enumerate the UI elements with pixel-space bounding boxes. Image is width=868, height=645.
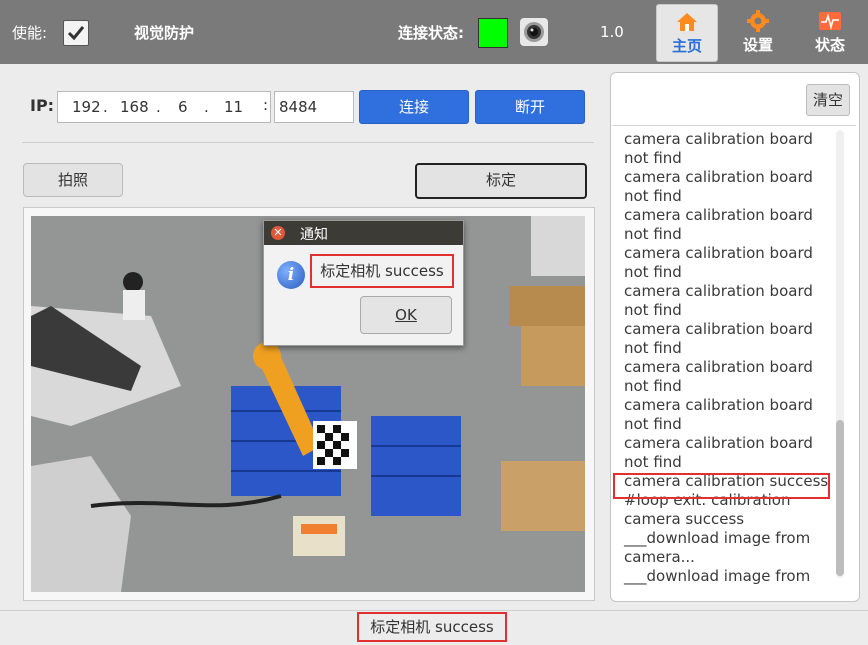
log-line: camera calibration board: [624, 168, 813, 186]
log-line: not find: [624, 263, 682, 281]
log-line: not find: [624, 149, 682, 167]
status-message: 标定相机 success: [357, 612, 507, 642]
close-icon[interactable]: ✕: [271, 226, 285, 240]
top-toolbar: 使能: 视觉防护 连接状态: 1.0 主页 设置 状态: [0, 0, 868, 64]
connect-button[interactable]: 连接: [359, 90, 469, 124]
ip-octet-4[interactable]: 11: [224, 98, 243, 116]
log-line: ___download image from: [624, 529, 811, 547]
nav-status-label: 状态: [814, 36, 845, 54]
log-line: camera calibration board: [624, 434, 813, 452]
log-divider: [612, 125, 856, 126]
log-line: not find: [624, 377, 682, 395]
home-icon: [677, 13, 697, 31]
log-line: camera success: [624, 510, 745, 528]
info-icon: i: [277, 261, 305, 289]
clear-log-button[interactable]: 清空: [806, 84, 850, 116]
notification-dialog: ✕ 通知 i 标定相机 success OK: [263, 220, 464, 346]
log-line: not find: [624, 301, 682, 319]
ok-label: OK: [395, 306, 417, 324]
ip-octet-1[interactable]: 192: [72, 98, 101, 116]
enable-label: 使能:: [12, 24, 48, 42]
ip-dot: .: [103, 98, 108, 116]
log-line: camera calibration board: [624, 130, 813, 148]
dialog-title: 通知: [300, 227, 328, 243]
enable-checkbox[interactable]: [63, 20, 89, 46]
section-divider: [22, 142, 594, 143]
check-icon: [67, 26, 85, 41]
log-line: not find: [624, 415, 682, 433]
nav-settings-label: 设置: [742, 36, 773, 54]
log-success-highlight: [613, 473, 830, 499]
nav-home-label: 主页: [671, 37, 702, 55]
log-line: camera calibration board: [624, 358, 813, 376]
log-line: camera calibration board: [624, 244, 813, 262]
dialog-message: 标定相机 success: [310, 254, 454, 288]
ip-octet-2[interactable]: 168: [120, 98, 149, 116]
calibrate-button[interactable]: 标定: [415, 163, 587, 199]
disconnect-button[interactable]: 断开: [475, 90, 585, 124]
ip-label: IP:: [30, 96, 55, 115]
ok-button[interactable]: OK: [360, 296, 452, 334]
dialog-titlebar: ✕ 通知: [264, 221, 463, 245]
log-list: camera calibration board not find camera…: [624, 130, 829, 586]
log-line: not find: [624, 225, 682, 243]
vision-protection-label: 视觉防护: [134, 24, 195, 42]
nav-settings[interactable]: 设置: [728, 4, 788, 60]
connection-status-indicator: [478, 18, 508, 48]
ip-dot: .: [204, 98, 209, 116]
port-field[interactable]: 8484: [274, 91, 354, 123]
log-line: camera calibration board: [624, 282, 813, 300]
connection-status-label: 连接状态:: [398, 24, 464, 42]
log-line: camera calibration board: [624, 320, 813, 338]
nav-status[interactable]: 状态: [800, 4, 860, 60]
nav-home[interactable]: 主页: [656, 4, 718, 62]
port-separator: :: [263, 96, 269, 114]
log-line: ___download image from: [624, 567, 811, 585]
port-value: 8484: [279, 98, 318, 116]
ip-address-field[interactable]: 192 . 168 . 6 . 11: [57, 91, 271, 123]
log-line: not find: [624, 187, 682, 205]
take-photo-button[interactable]: 拍照: [23, 163, 123, 197]
version-label: 1.0: [600, 23, 624, 41]
log-line: camera calibration board: [624, 206, 813, 224]
ip-dot: .: [156, 98, 161, 116]
log-line: camera...: [624, 548, 695, 566]
log-line: camera calibration board: [624, 396, 813, 414]
camera-button[interactable]: [520, 18, 548, 46]
log-line: not find: [624, 339, 682, 357]
log-scrollbar-thumb[interactable]: [836, 420, 844, 576]
camera-lens-icon: [524, 22, 544, 42]
ip-octet-3[interactable]: 6: [178, 98, 188, 116]
log-line: not find: [624, 453, 682, 471]
status-icon: [819, 12, 841, 30]
gear-icon: [747, 10, 769, 32]
